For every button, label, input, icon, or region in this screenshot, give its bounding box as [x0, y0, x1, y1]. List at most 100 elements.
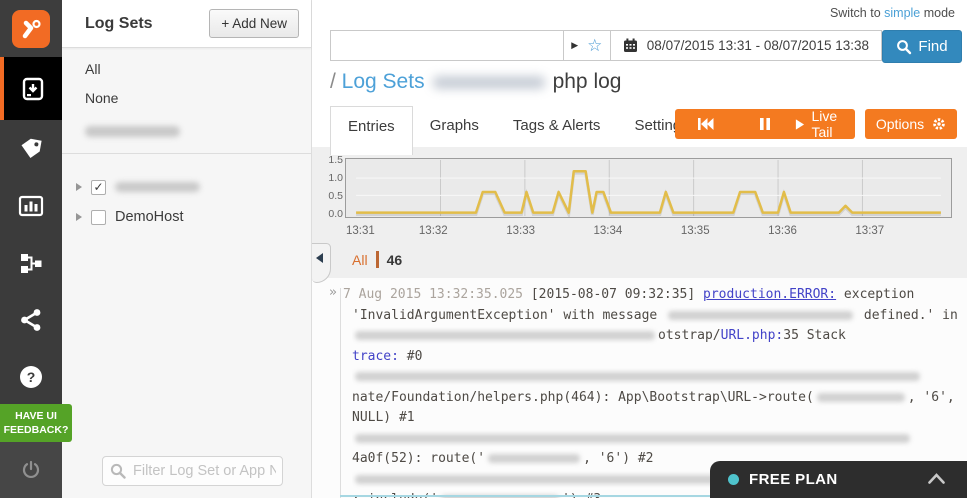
- play-icon: [795, 118, 805, 130]
- collapse-arrow-icon: [316, 253, 323, 263]
- breadcrumb-logsets-link[interactable]: Log Sets: [342, 70, 425, 93]
- breadcrumb-separator: /: [330, 70, 342, 93]
- panel-collapse-handle[interactable]: [312, 243, 331, 283]
- free-plan-bar[interactable]: FREE PLAN: [710, 461, 967, 498]
- log-text: 7 Aug 2015 13:32:35.025: [343, 287, 531, 302]
- find-label: Find: [918, 38, 948, 55]
- x-tick-label: 13:33: [506, 225, 535, 237]
- share-icon: [21, 308, 41, 331]
- logsets-panel-header: Log Sets + Add New: [62, 0, 311, 48]
- search-strip: ▶ ☆ 08/07/2015 13:31 - 08/07/2015 13:38: [330, 30, 882, 61]
- plan-label: FREE PLAN: [749, 471, 838, 488]
- magnifier-icon: [897, 39, 912, 54]
- y-tick-label: 0.0: [328, 207, 343, 220]
- tab-tags-alerts[interactable]: Tags & Alerts: [496, 106, 618, 145]
- logentries-logo-icon[interactable]: [12, 9, 50, 48]
- host-row: DemoHost: [76, 202, 311, 232]
- log-text: trace:: [352, 348, 399, 364]
- log-line[interactable]: trace: #0: [352, 347, 963, 368]
- entries-filter-bar: All 46: [352, 251, 402, 268]
- sidebar-item-hierarchy[interactable]: [0, 234, 62, 291]
- redacted-breadcrumb-segment: [432, 75, 545, 89]
- live-tail-button[interactable]: Live Tail: [795, 108, 855, 140]
- log-line[interactable]: NULL) #1: [352, 408, 963, 429]
- y-tick-label: 0.5: [328, 189, 343, 202]
- simple-mode-link[interactable]: simple: [884, 6, 920, 20]
- log-text: , '6') #2: [583, 451, 654, 466]
- date-range-picker[interactable]: 08/07/2015 13:31 - 08/07/2015 13:38: [609, 31, 881, 60]
- select-all-link[interactable]: All: [85, 61, 145, 77]
- tab-graphs[interactable]: Graphs: [413, 106, 496, 145]
- logo-block: [0, 0, 62, 57]
- select-none-link[interactable]: None: [85, 90, 145, 106]
- logsets-panel: Log Sets + Add New All None ✓ DemoHost: [62, 0, 312, 498]
- host-checkbox-unchecked[interactable]: [91, 209, 106, 225]
- bar-chart-icon: [18, 195, 44, 216]
- x-tick-label: 13:34: [593, 225, 623, 237]
- skip-back-button[interactable]: [675, 109, 735, 139]
- switch-mode: Switch to simple mode: [830, 6, 955, 20]
- log-text: 35 Stack: [783, 328, 846, 343]
- query-input[interactable]: [331, 31, 564, 60]
- host-checkbox-checked[interactable]: ✓: [91, 179, 106, 195]
- tab-entries[interactable]: Entries: [330, 106, 413, 155]
- query-tools: ▶ ☆: [564, 31, 610, 60]
- breadcrumb-current-page: php log: [552, 70, 622, 93]
- filter-logset-input[interactable]: [102, 456, 283, 486]
- logout-button[interactable]: [0, 441, 62, 498]
- add-new-button[interactable]: + Add New: [209, 9, 299, 38]
- log-line[interactable]: 7 Aug 2015 13:32:35.025 [2015-08-07 09:3…: [343, 285, 963, 306]
- log-text: otstrap/: [658, 328, 721, 343]
- run-query-icon[interactable]: ▶: [571, 40, 578, 51]
- sidebar-item-charts[interactable]: [0, 177, 62, 234]
- chart-plot: [345, 158, 952, 220]
- main-content: Switch to simple mode ▶ ☆ 08/07/2015 13:…: [312, 0, 967, 498]
- redacted-logset-name: [85, 126, 180, 137]
- log-line[interactable]: otstrap/URL.php:35 Stack: [352, 326, 963, 347]
- question-icon: ?: [20, 365, 42, 388]
- filter-wrap: [102, 456, 283, 486]
- switch-mode-prefix: Switch to: [829, 6, 885, 20]
- live-tail-label: Live Tail: [811, 108, 838, 140]
- log-text: #0: [398, 348, 423, 364]
- sidebar-item-log-sets[interactable]: [0, 57, 62, 120]
- favorite-star-icon[interactable]: ☆: [587, 37, 602, 54]
- entries-tab-all[interactable]: All: [352, 252, 368, 268]
- feedback-ribbon[interactable]: HAVE UI FEEDBACK?: [0, 404, 72, 443]
- playback-controls: Live Tail: [675, 108, 855, 140]
- find-button[interactable]: Find: [882, 30, 962, 63]
- log-text: exception: [836, 287, 915, 302]
- hard-drive-download-icon: [22, 77, 44, 100]
- entry-expand-marker[interactable]: »: [329, 285, 337, 300]
- expand-caret-icon[interactable]: [76, 213, 82, 221]
- expand-caret-icon[interactable]: [76, 183, 82, 191]
- chart-y-axis: 1.5 1.0 0.5 0.0: [323, 154, 343, 220]
- redacted-host-name: [115, 182, 200, 192]
- entries-count-badge: 46: [386, 251, 403, 268]
- y-tick-label: 1.5: [328, 153, 343, 166]
- redacted-log-text: [355, 331, 655, 340]
- log-line[interactable]: nate/Foundation/helpers.php(464): App\Bo…: [352, 388, 963, 409]
- sidebar-item-help[interactable]: ?: [0, 348, 62, 405]
- log-line[interactable]: [352, 429, 963, 450]
- power-icon: [22, 460, 40, 478]
- switch-mode-suffix: mode: [920, 6, 955, 20]
- skip-back-icon: [697, 118, 713, 130]
- log-text: 'InvalidArgumentException' with message: [352, 307, 666, 323]
- x-tick-label: 13:35: [680, 225, 710, 237]
- log-line[interactable]: 'InvalidArgumentException' with message …: [352, 306, 963, 327]
- log-line[interactable]: [352, 367, 963, 388]
- log-text: NULL) #1: [352, 410, 415, 425]
- entries-area: 1.5 1.0 0.5 0.0 13:31 13:32 13:33 13:34 13:35 13…: [312, 147, 967, 498]
- sidebar-item-share[interactable]: [0, 291, 62, 348]
- options-button[interactable]: Options: [865, 109, 957, 139]
- entries-tab-separator: [375, 251, 379, 268]
- search-icon: [110, 463, 126, 479]
- sidebar-item-tags[interactable]: [0, 120, 62, 177]
- pause-button[interactable]: [735, 109, 795, 139]
- redacted-log-text: [488, 454, 581, 463]
- x-tick-label: 13:32: [418, 225, 448, 237]
- gear-icon: [933, 118, 945, 130]
- breadcrumb: / Log Sets php log: [330, 70, 621, 94]
- host-label[interactable]: DemoHost: [115, 209, 184, 225]
